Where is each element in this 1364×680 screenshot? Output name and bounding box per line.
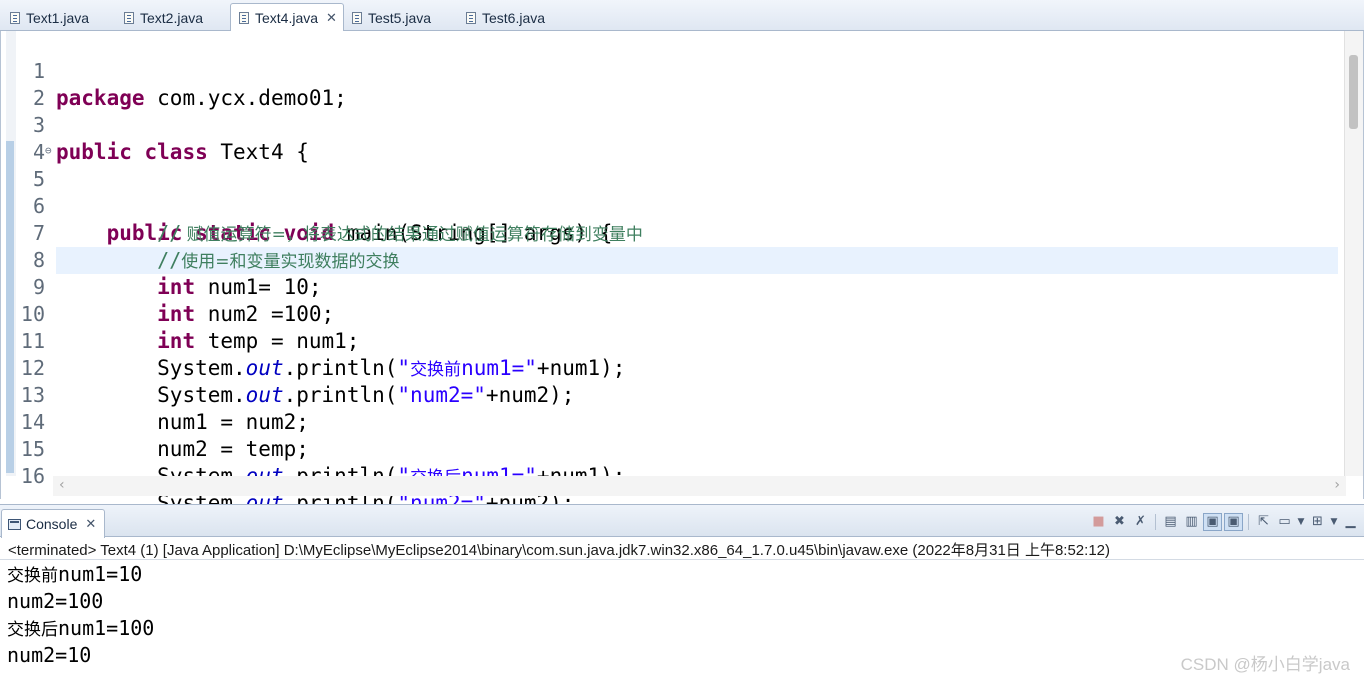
tab-label: Test5.java [368,9,432,26]
launch-status: <terminated> Text4 (1) [Java Application… [8,542,1110,559]
code-line[interactable]: 2 [17,58,1337,110]
java-file-icon [352,11,362,24]
editor-tab-bar: Text1.java Text2.java Text4.java ✕ Test5… [0,0,1364,31]
code-line[interactable]: 12 System.out.println("num2="+num2); [17,328,1337,407]
tab-label: Text4.java [255,9,319,26]
code-line[interactable]: 10 int temp = num1; [17,274,1337,353]
tab-test5[interactable]: Test5.java [344,4,431,31]
console-view: Console ✕ ■ ✖ ✗ ▤ ▥ ▣ ▣ ⇱ ▭ ▼ ⊞ ▼ ▁ <ter… [0,504,1364,680]
tab-label: Test6.java [482,9,546,26]
show-when-stdout-icon[interactable]: ▣ [1203,513,1222,531]
code-line[interactable]: 6 // 赋值运算符=，将表达式的结果通过赋值运算符存储到变量中 [17,166,1337,245]
output-cjk: 交换前 [7,566,58,586]
output-line: num2=10 [7,642,154,669]
code-lines: 1 package com.ycx.demo01; 2 3 public cla… [17,31,1337,515]
code-line[interactable]: 16 System.out.println("num2="+num2); [17,436,1337,515]
fold-collapse-icon[interactable]: ⊖ [45,137,52,164]
watermark: CSDN @杨小白学java [1180,655,1350,674]
toolbar-separator [1248,514,1249,530]
output-text: num2=10 [7,643,92,667]
tab-label: Text2.java [140,9,204,26]
code-line[interactable]: 4 [17,112,1337,164]
output-text: num2=100 [7,589,104,613]
code-editor[interactable]: 1 package com.ycx.demo01; 2 3 public cla… [0,31,1364,515]
toolbar-separator [1155,514,1156,530]
close-icon[interactable]: ✕ [326,10,337,26]
tab-text2[interactable]: Text2.java [116,4,203,31]
code-line[interactable]: 9 int num2 =100; [17,247,1337,326]
chevron-down-icon[interactable]: ▼ [1329,513,1339,531]
output-line: num2=100 [7,588,154,615]
output-line: 交换后num1=100 [7,615,154,642]
java-file-icon [10,11,20,24]
vertical-scrollbar[interactable] [1344,31,1363,476]
output-cjk: 交换后 [7,620,58,640]
show-when-stderr-icon[interactable]: ▣ [1224,513,1243,531]
horizontal-scrollbar[interactable]: ‹ › [53,476,1346,496]
tab-text4[interactable]: Text4.java ✕ [230,3,344,31]
tab-label: Text1.java [26,9,90,26]
code-line[interactable]: 13 num1 = num2; [17,355,1337,434]
code-line[interactable]: 15 System.out.println("交换后num1="+num1); [17,409,1337,488]
pin-console-icon[interactable]: ⇱ [1254,513,1273,531]
remove-all-terminated-icon[interactable]: ✗ [1131,513,1150,531]
scroll-lock-icon[interactable]: ▥ [1182,513,1201,531]
code-line[interactable]: 3 public class Text4 { [17,85,1337,164]
annotation-ruler [6,31,16,476]
java-file-icon [466,11,476,24]
console-icon [8,518,21,530]
console-toolbar: ■ ✖ ✗ ▤ ▥ ▣ ▣ ⇱ ▭ ▼ ⊞ ▼ ▁ [1089,513,1360,531]
java-file-icon [239,11,249,24]
output-line: 交换前num1=10 [7,561,154,588]
code-line[interactable]: 14 num2 = temp; [17,382,1337,461]
console-tab-bar: Console ✕ ■ ✖ ✗ ▤ ▥ ▣ ▣ ⇱ ▭ ▼ ⊞ ▼ ▁ [0,504,1364,538]
output-text: num1=100 [58,616,155,640]
minimize-icon[interactable]: ▁ [1341,513,1360,531]
output-text: num1=10 [58,562,143,586]
scroll-left-icon[interactable]: ‹ [59,477,65,493]
close-icon[interactable]: ✕ [85,516,96,532]
change-marker [6,141,14,473]
chevron-down-icon[interactable]: ▼ [1296,513,1306,531]
console-output[interactable]: 交换前num1=10 num2=100 交换后num1=100 num2=10 [7,561,154,669]
console-tab-label: Console [26,516,78,532]
clear-console-icon[interactable]: ▤ [1161,513,1180,531]
scroll-right-icon[interactable]: › [1334,477,1340,493]
open-console-icon[interactable]: ⊞ [1308,513,1327,531]
code-line[interactable]: 8 int num1= 10; [17,220,1337,299]
display-selected-console-icon[interactable]: ▭ [1275,513,1294,531]
code-line[interactable]: 1 package com.ycx.demo01; [17,31,1337,110]
code-line[interactable]: 11 System.out.println("交换前num1="+num1); [17,301,1337,380]
tab-console[interactable]: Console ✕ [1,509,106,538]
scrollbar-thumb[interactable] [1349,55,1358,129]
tab-test6[interactable]: Test6.java [458,4,545,31]
code-line[interactable]: 5 ⊖ public static void main(String[] arg… [17,137,1337,245]
code-line[interactable]: 7 //使用=和变量实现数据的交换 [17,193,1337,272]
java-file-icon [124,11,134,24]
code-line[interactable]: 17 [17,463,1337,477]
tab-text1[interactable]: Text1.java [2,4,89,31]
remove-launch-icon[interactable]: ✖ [1110,513,1129,531]
divider [0,559,1364,560]
terminate-icon[interactable]: ■ [1089,513,1108,531]
